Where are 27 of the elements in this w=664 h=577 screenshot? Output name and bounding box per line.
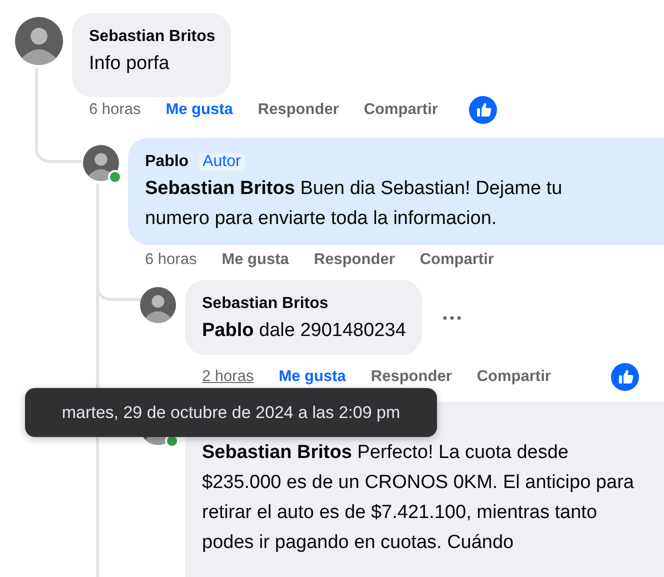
share-link[interactable]: Compartir (476, 368, 551, 386)
thumbs-up-icon[interactable] (468, 96, 497, 124)
avatar[interactable] (140, 287, 176, 323)
more-options-icon[interactable] (442, 316, 462, 320)
author-name[interactable]: Pablo (145, 153, 189, 171)
avatar[interactable] (83, 145, 119, 181)
like-link[interactable]: Me gusta (278, 368, 346, 386)
like-link[interactable]: Me gusta (222, 251, 289, 269)
comment-text: Sebastian Britos Perfecto! La cuota desde $235.000 es de un CRONOS 0KM. El anticipo para retirar el auto es de $7.421.100, mientras tanto podes ir pagando en cuotas. Cuándo (202, 441, 635, 555)
timestamp-link[interactable]: 2 horas (202, 368, 254, 386)
like-link[interactable]: Me gusta (166, 101, 233, 119)
author-name[interactable]: Sebastian Britos (202, 295, 328, 313)
reply-link[interactable]: Responder (314, 251, 395, 269)
reply-link[interactable]: Responder (370, 368, 452, 386)
comment-text: Pablo dale 2901480234 (202, 319, 406, 343)
share-link[interactable]: Compartir (420, 251, 494, 269)
timestamp-link[interactable]: 6 horas (89, 101, 141, 119)
author-name[interactable]: Sebastian Britos (89, 28, 216, 46)
avatar[interactable] (15, 17, 63, 65)
comment-text: Info porfa (89, 52, 170, 76)
share-link[interactable]: Compartir (364, 101, 438, 119)
timestamp-link[interactable]: 6 horas (145, 251, 197, 269)
date-tooltip: martes, 29 de octubre de 2024 a las 2:09 pm (25, 388, 437, 437)
comment-text: Sebastian Britos Buen dia Sebastian! Dejame tu numero para enviarte toda la informacion. (145, 177, 564, 231)
thumbs-up-icon[interactable] (611, 363, 639, 391)
author-badge: Autor (198, 153, 245, 171)
reply-link[interactable]: Responder (258, 101, 339, 119)
